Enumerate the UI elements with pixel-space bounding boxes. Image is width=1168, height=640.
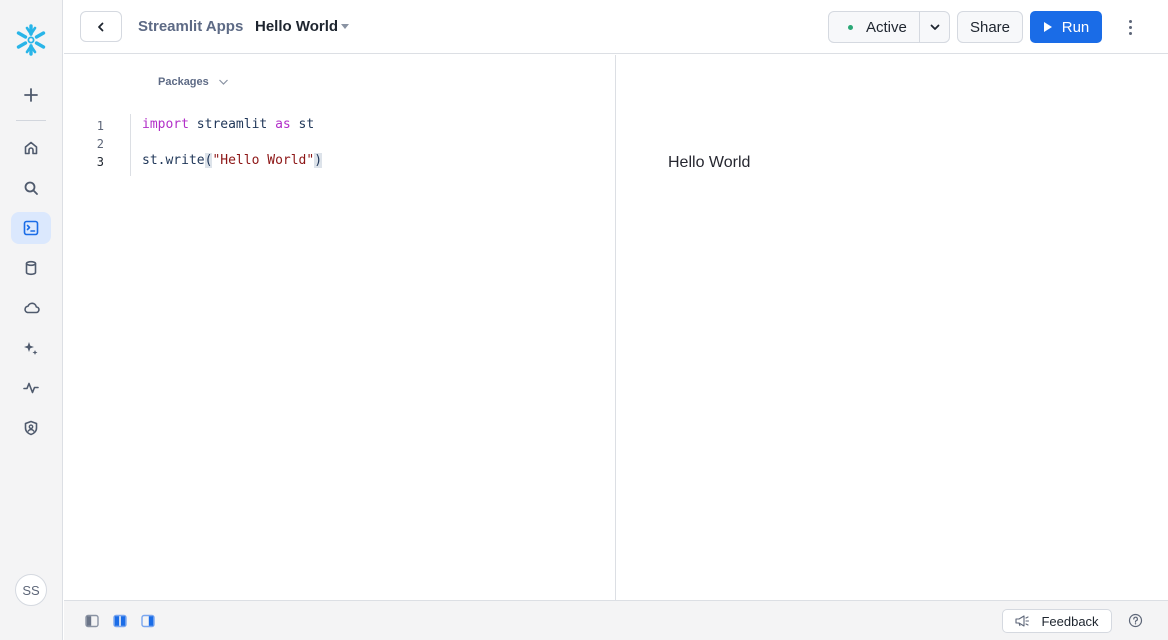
database-icon [25,260,37,276]
sparkle-icon [24,342,38,355]
code-line-1[interactable]: import streamlit as st [142,117,314,132]
code-keyword: import [142,117,189,132]
home-icon [24,141,38,155]
plus-icon [24,88,38,102]
search-icon [24,181,38,195]
app-name-title[interactable]: Hello World [255,18,338,35]
status-button[interactable]: Active [829,12,920,42]
play-icon [1043,22,1052,32]
code-call: st.write [142,153,205,168]
share-button[interactable]: Share [957,11,1023,43]
help-icon[interactable] [1128,613,1143,628]
packages-label: Packages [158,76,209,88]
feedback-button[interactable]: Feedback [1002,609,1112,633]
chevron-down-icon [930,24,939,30]
sidebar-item-ai-ml[interactable] [11,332,51,364]
avatar-initials: SS [22,582,40,598]
sidebar-item-data[interactable] [11,252,51,284]
code-line-3[interactable]: st.write("Hello World") [142,153,323,168]
megaphone-icon [1015,615,1030,627]
chevron-left-icon [98,22,104,31]
sidebar-item-search[interactable] [11,172,51,204]
sidebar-divider [16,120,46,121]
snowflake-logo-icon[interactable] [13,22,49,58]
run-button[interactable]: Run [1030,11,1102,43]
line-number: 2 [96,137,104,151]
more-options-icon[interactable] [1120,14,1140,40]
code-string: "Hello World" [212,153,315,168]
gutter-divider [130,114,131,176]
left-nav-sidebar: SS [0,0,63,640]
code-module: streamlit [188,117,276,132]
status-label: Active [866,18,907,36]
layout-editor-only-icon[interactable] [85,614,99,628]
code-alias: st [290,117,315,132]
share-label: Share [969,18,1011,36]
top-toolbar: Streamlit Apps Hello World Active Share … [64,0,1168,54]
code-bracket: ) [314,153,323,168]
preview-output-text: Hello World [668,154,751,171]
chevron-down-icon [218,79,228,85]
sidebar-item-admin[interactable] [11,412,51,444]
run-label: Run [1061,18,1090,36]
sidebar-item-monitoring[interactable] [11,372,51,404]
back-button[interactable] [80,11,122,42]
sidebar-item-projects[interactable] [11,212,51,244]
sidebar-item-data-products[interactable] [11,292,51,324]
sidebar-item-home[interactable] [11,132,51,164]
bottom-bar: Feedback [64,600,1168,640]
packages-dropdown[interactable]: Packages [158,76,229,88]
shield-user-icon [24,420,38,436]
app-preview-pane: Hello World [616,55,1168,600]
user-avatar[interactable]: SS [15,574,47,606]
breadcrumb-streamlit-apps[interactable]: Streamlit Apps [138,18,243,35]
app-status-control: Active [828,11,950,43]
activity-icon [23,382,39,394]
layout-preview-only-icon[interactable] [141,614,155,628]
layout-split-icon[interactable] [113,614,127,628]
code-editor-pane: Packages 1 2 3 import streamlit as st st… [64,55,615,600]
terminal-icon [23,220,39,236]
code-keyword: as [275,117,291,132]
feedback-label: Feedback [1041,613,1099,629]
status-dot-icon [848,24,853,30]
create-button[interactable] [11,79,51,111]
line-number: 3 [96,155,104,169]
line-number: 1 [96,119,104,133]
status-dropdown-button[interactable] [920,12,949,42]
caret-down-icon[interactable] [341,24,349,29]
cloud-icon [23,302,40,314]
